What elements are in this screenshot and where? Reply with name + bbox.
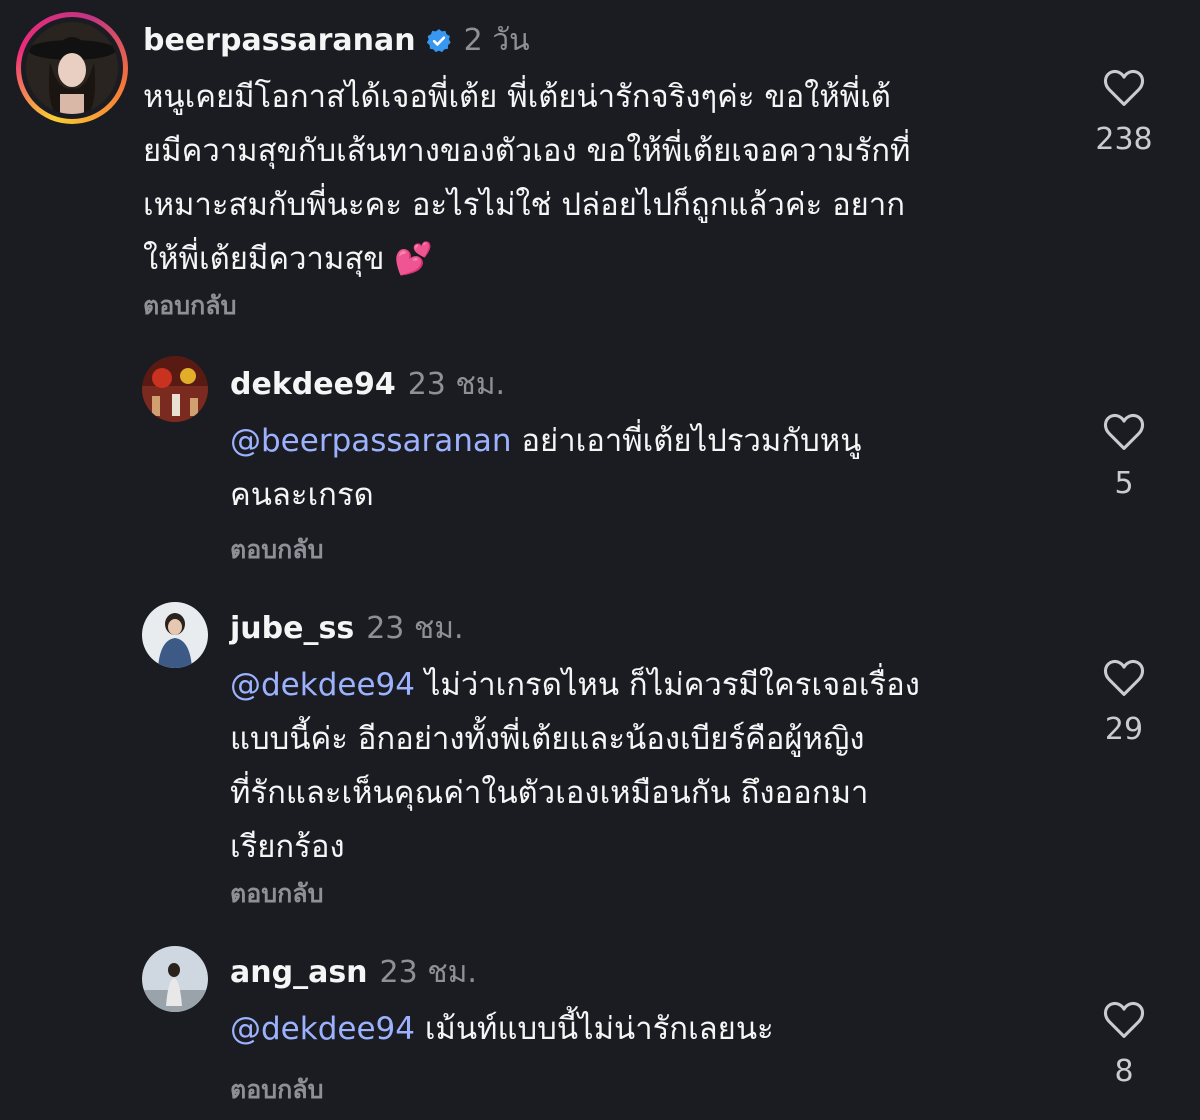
avatar[interactable]: [142, 602, 208, 668]
reply-button[interactable]: ตอบกลับ: [230, 1070, 323, 1110]
avatar[interactable]: [142, 946, 208, 1012]
heart-icon: [1103, 69, 1145, 106]
avatar[interactable]: [142, 356, 208, 422]
mention-link[interactable]: @dekdee94: [230, 1011, 415, 1047]
comment-text: หนูเคยมีโอกาสได้เจอพี่เต้ย พี่เต้ยน่ารัก…: [143, 70, 910, 286]
comment-line: ยมีความสุขกับเส้นทางของตัวเอง ขอให้พี่เต…: [143, 133, 911, 169]
like-count: 238: [1095, 122, 1153, 157]
verified-badge-icon: [426, 27, 452, 53]
username[interactable]: ang_asn: [230, 955, 368, 990]
like-button[interactable]: 5: [1094, 412, 1154, 501]
comments-screen: beerpassaranan 2 วัน หนูเคยมีโอกาสได้เจอ…: [0, 0, 1200, 1120]
avatar[interactable]: [26, 22, 118, 114]
mention-link[interactable]: @beerpassaranan: [230, 423, 512, 459]
like-count: 5: [1114, 466, 1134, 501]
comment-text: @dekdee94 เม้นท์แบบนี้ไม่น่ารักเลยนะ: [230, 1002, 774, 1056]
heart-icon: [1103, 659, 1145, 696]
story-ring[interactable]: [16, 12, 128, 124]
comment-line: แบบนี้ค่ะ อีกอย่างทั้งพี่เต้ยและน้องเบีย…: [230, 721, 865, 757]
username[interactable]: beerpassaranan: [143, 23, 416, 58]
comment-line: @beerpassaranan อย่าเอาพี่เต้ยไปรวมกับหน…: [230, 414, 861, 468]
username[interactable]: dekdee94: [230, 367, 396, 402]
timestamp: 23 ชม.: [366, 610, 464, 646]
comment-line: คนละเกรด: [230, 477, 374, 513]
comment-line: ที่รักและเห็นคุณค่าในตัวเองเหมือนกัน ถึง…: [230, 775, 869, 811]
timestamp: 23 ชม.: [379, 954, 477, 990]
comment-line-text: อย่าเอาพี่เต้ยไปรวมกับหนู: [511, 423, 862, 459]
comment-line: @dekdee94 ไม่ว่าเกรดไหน ก็ไม่ควรมีใครเจอ…: [230, 658, 920, 712]
comment-line: เรียกร้อง: [230, 829, 345, 865]
comment-line-text: เม้นท์แบบนี้ไม่น่ารักเลยนะ: [414, 1011, 774, 1047]
comment-line: ให้พี่เต้ยมีความสุข 💕: [143, 241, 433, 277]
comment-line: หนูเคยมีโอกาสได้เจอพี่เต้ย พี่เต้ยน่ารัก…: [143, 79, 891, 115]
reply-button[interactable]: ตอบกลับ: [230, 874, 323, 914]
like-button[interactable]: 238: [1094, 68, 1154, 157]
timestamp: 2 วัน: [463, 22, 530, 58]
heart-icon: [1103, 1001, 1145, 1038]
like-count: 29: [1104, 712, 1144, 747]
like-button[interactable]: 29: [1094, 658, 1154, 747]
comment-text: @beerpassaranan อย่าเอาพี่เต้ยไปรวมกับหน…: [230, 414, 861, 522]
username[interactable]: jube_ss: [230, 611, 354, 646]
comment-line: เหมาะสมกับพี่นะคะ อะไรไม่ใช่ ปล่อยไปก็ถู…: [143, 187, 906, 223]
comment-text: @dekdee94 ไม่ว่าเกรดไหน ก็ไม่ควรมีใครเจอ…: [230, 658, 920, 874]
timestamp: 23 ชม.: [407, 366, 506, 402]
like-count: 8: [1114, 1054, 1134, 1089]
reply-button[interactable]: ตอบกลับ: [230, 530, 323, 570]
comment-line-text: ไม่ว่าเกรดไหน ก็ไม่ควรมีใครเจอเรื่อง: [414, 667, 920, 703]
mention-link[interactable]: @dekdee94: [230, 667, 415, 703]
reply-button[interactable]: ตอบกลับ: [143, 286, 236, 326]
comment-line: @dekdee94 เม้นท์แบบนี้ไม่น่ารักเลยนะ: [230, 1002, 774, 1056]
like-button[interactable]: 8: [1094, 1000, 1154, 1089]
heart-icon: [1103, 413, 1145, 450]
